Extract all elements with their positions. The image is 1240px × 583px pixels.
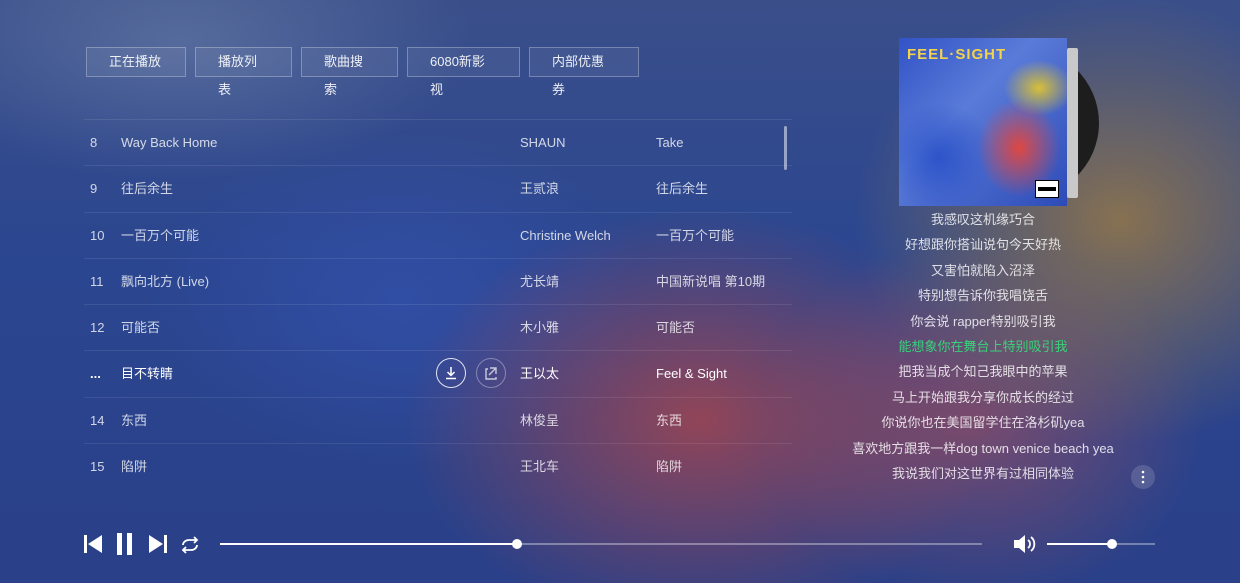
pause-button[interactable] <box>116 533 134 560</box>
lyric-line: 你说你也在美国留学住在洛杉矶yea <box>881 415 1085 431</box>
share-button[interactable] <box>476 358 506 389</box>
share-icon <box>485 367 497 381</box>
album-art: FEEL·SIGHT <box>899 38 1099 208</box>
list-scrollbar[interactable] <box>784 126 787 170</box>
song-title[interactable]: 飘向北方 (Live) <box>121 259 209 305</box>
song-number: 9 <box>90 181 98 197</box>
song-album[interactable]: 往后余生 <box>656 166 708 212</box>
lyric-line: 把我当成个知己我眼中的苹果 <box>898 364 1068 380</box>
song-row-playing[interactable]: ... 目不转睛 王以太 Feel & Sight <box>84 350 792 396</box>
lyrics-panel: 我感叹这机缘巧合 好想跟你搭讪说句今天好热 又害怕就陷入沼泽 特别想告诉你我唱饶… <box>833 207 1133 486</box>
song-list: 8 Way Back Home SHAUN Take 9 往后余生 王贰浪 往后… <box>84 119 792 490</box>
album-cover: FEEL·SIGHT <box>899 38 1067 206</box>
volume-button[interactable] <box>1013 533 1037 560</box>
tab-coupons[interactable]: 内部优惠券 <box>529 47 639 97</box>
song-number: 10 <box>90 227 105 243</box>
song-album[interactable]: 陷阱 <box>656 444 682 490</box>
song-title[interactable]: Way Back Home <box>121 120 217 166</box>
repeat-button[interactable] <box>179 536 201 559</box>
previous-icon <box>84 535 102 553</box>
download-button[interactable] <box>436 358 466 389</box>
song-row[interactable]: 9 往后余生 王贰浪 往后余生 <box>84 165 792 211</box>
song-album[interactable]: 中国新说唱 第10期 <box>656 259 765 305</box>
song-row[interactable]: 15 陷阱 王北车 陷阱 <box>84 443 792 489</box>
song-title[interactable]: 目不转睛 <box>121 351 173 397</box>
tab-song-search[interactable]: 歌曲搜索 <box>301 47 398 97</box>
pause-icon <box>117 533 132 555</box>
song-artist[interactable]: Christine Welch <box>520 213 611 259</box>
song-row[interactable]: 12 可能否 木小雅 可能否 <box>84 304 792 350</box>
song-artist[interactable]: 王北车 <box>520 444 559 490</box>
progress-handle[interactable] <box>512 539 523 549</box>
song-title[interactable]: 陷阱 <box>121 444 147 490</box>
song-number: 15 <box>90 459 105 475</box>
song-artist[interactable]: 尤长靖 <box>520 259 559 305</box>
song-row[interactable]: 8 Way Back Home SHAUN Take <box>84 119 792 165</box>
volume-fill <box>1047 543 1112 545</box>
song-album[interactable]: 东西 <box>656 398 682 444</box>
song-title[interactable]: 一百万个可能 <box>121 213 199 259</box>
more-button[interactable] <box>1131 465 1155 489</box>
song-album[interactable]: 一百万个可能 <box>656 213 734 259</box>
lyric-line: 又害怕就陷入沼泽 <box>930 262 1035 278</box>
song-artist[interactable]: SHAUN <box>520 120 566 166</box>
next-icon <box>149 535 167 553</box>
previous-button[interactable] <box>83 534 103 559</box>
lyric-line: 特别想告诉你我唱饶舌 <box>917 288 1048 304</box>
next-button[interactable] <box>148 534 168 559</box>
lyric-line: 好想跟你搭讪说句今天好热 <box>904 237 1061 253</box>
progress-fill <box>220 543 518 545</box>
tab-6080-movies[interactable]: 6080新影视 <box>407 47 520 97</box>
tab-playlist[interactable]: 播放列表 <box>195 47 292 97</box>
row-actions <box>436 358 506 389</box>
lyric-line-current: 能想象你在舞台上特别吸引我 <box>898 338 1068 354</box>
song-album[interactable]: Feel & Sight <box>656 351 727 397</box>
parental-advisory-badge <box>1035 180 1059 198</box>
song-number: 8 <box>90 135 98 150</box>
song-row[interactable]: 11 飘向北方 (Live) 尤长靖 中国新说唱 第10期 <box>84 257 792 305</box>
repeat-icon <box>181 536 199 554</box>
song-artist[interactable]: 王以太 <box>520 351 559 397</box>
volume-handle[interactable] <box>1106 539 1117 549</box>
song-number: 12 <box>90 320 105 336</box>
lyric-line: 喜欢地方跟我一样dog town venice beach yea <box>852 440 1114 456</box>
song-number: 14 <box>90 412 105 428</box>
vinyl-sleeve-edge <box>1067 48 1078 198</box>
lyric-line: 马上开始跟我分享你成长的经过 <box>891 389 1074 405</box>
lyric-line: 你会说 rapper特别吸引我 <box>910 313 1056 329</box>
song-title[interactable]: 往后余生 <box>121 166 173 212</box>
volume-icon <box>1014 535 1036 553</box>
progress-bar[interactable] <box>220 539 982 549</box>
song-title[interactable]: 东西 <box>121 398 147 444</box>
song-album[interactable]: Take <box>656 120 683 166</box>
song-number: 11 <box>90 273 104 289</box>
song-artist[interactable]: 林俊呈 <box>520 398 559 444</box>
song-title[interactable]: 可能否 <box>121 305 160 351</box>
nav-tabs: 正在播放 播放列表 歌曲搜索 6080新影视 内部优惠券 <box>86 47 639 97</box>
song-artist[interactable]: 王贰浪 <box>520 166 559 212</box>
volume-slider[interactable] <box>1047 539 1155 549</box>
tab-now-playing[interactable]: 正在播放 <box>86 47 186 77</box>
lyric-line: 我感叹这机缘巧合 <box>930 212 1035 227</box>
song-row[interactable]: 14 东西 林俊呈 东西 <box>84 396 792 444</box>
lyric-line: 我说我们对这世界有过相同体验 <box>891 465 1074 481</box>
download-icon <box>446 367 456 380</box>
song-row[interactable]: 10 一百万个可能 Christine Welch 一百万个可能 <box>84 211 792 259</box>
more-icon <box>1141 470 1145 484</box>
song-album[interactable]: 可能否 <box>656 305 695 351</box>
song-artist[interactable]: 木小雅 <box>520 305 559 351</box>
playing-indicator: ... <box>90 366 101 382</box>
album-cover-title: FEEL·SIGHT <box>907 46 1007 63</box>
